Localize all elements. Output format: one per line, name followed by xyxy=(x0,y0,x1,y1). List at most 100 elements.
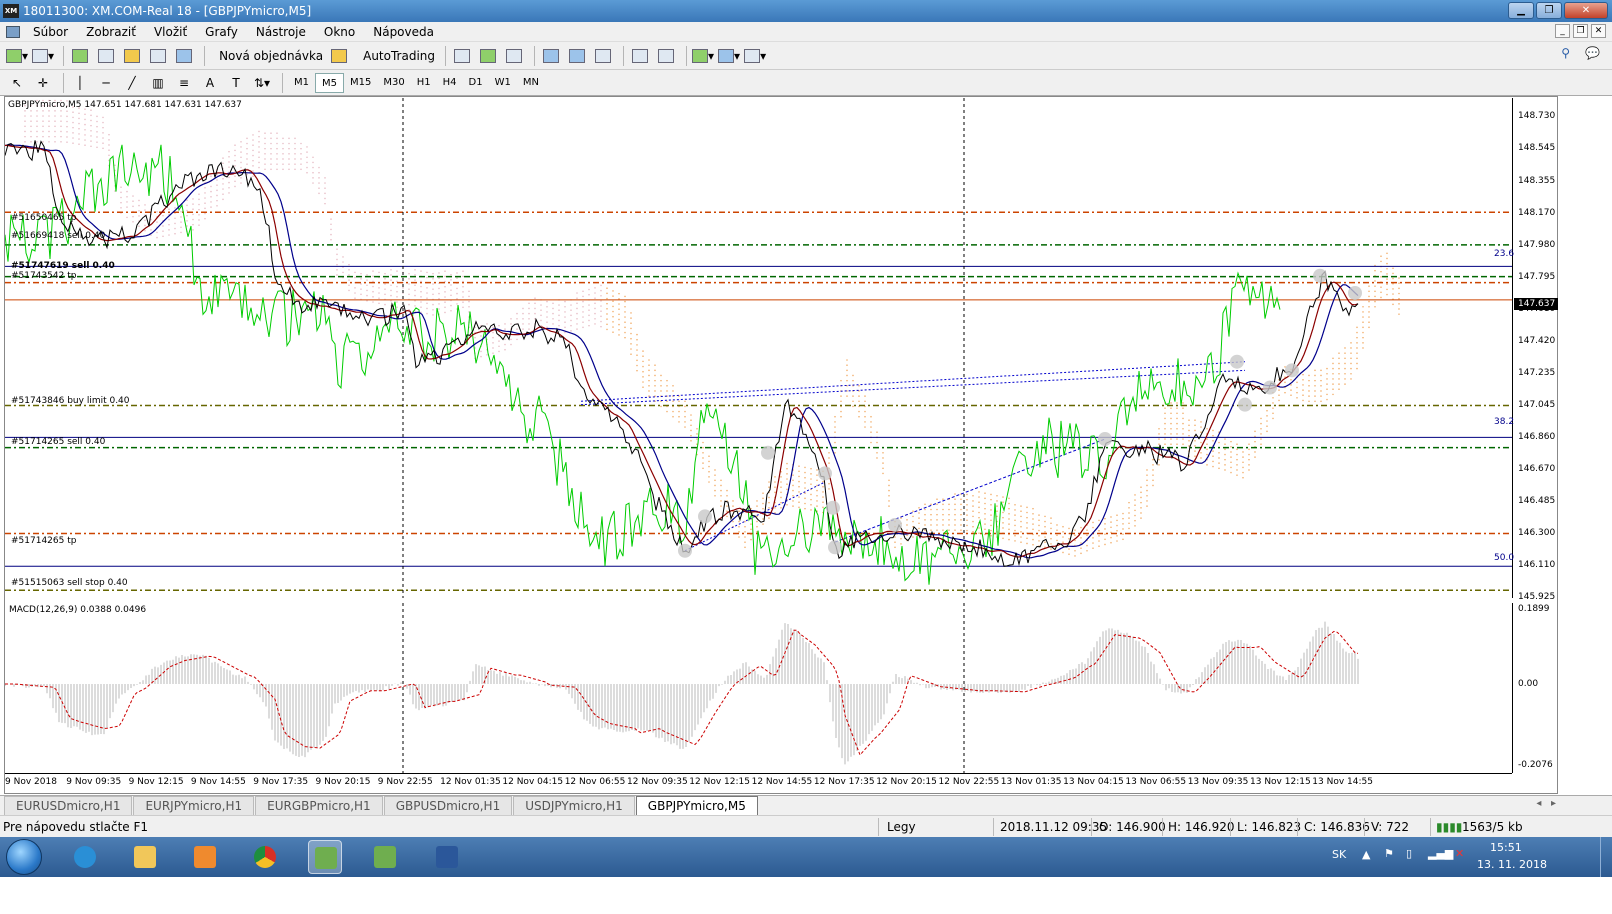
ichimoku-cloud-dot xyxy=(300,147,302,150)
show-desktop-button[interactable] xyxy=(1600,837,1612,877)
ichimoku-cloud-dot xyxy=(1146,505,1148,507)
zoom-out-button[interactable] xyxy=(566,45,588,67)
market-watch-button[interactable] xyxy=(69,45,91,67)
tf-m15[interactable]: M15 xyxy=(344,73,377,93)
navigator-button[interactable] xyxy=(121,45,143,67)
tab-eurgbp[interactable]: EURGBPmicro,H1 xyxy=(255,796,383,815)
ichimoku-cloud-dot xyxy=(72,116,74,119)
mdi-restore-button[interactable]: ❐ xyxy=(1573,24,1588,38)
tab-scroll-arrows[interactable]: ◂ ▸ xyxy=(1536,798,1556,809)
tf-h1[interactable]: H1 xyxy=(411,73,437,93)
minimize-button[interactable]: ▁ xyxy=(1508,2,1534,19)
ichimoku-cloud-dot xyxy=(1182,422,1184,425)
equidistant-channel-button[interactable]: ▥ xyxy=(147,72,169,94)
tab-gbpusd[interactable]: GBPUSDmicro,H1 xyxy=(383,796,513,815)
data-window-button[interactable] xyxy=(95,45,117,67)
tf-mn[interactable]: MN xyxy=(517,73,545,93)
fibonacci-button[interactable]: ≡ xyxy=(173,72,195,94)
tf-m30[interactable]: M30 xyxy=(377,73,410,93)
indicators-button[interactable]: ▾ xyxy=(692,45,714,67)
tab-gbpjpy[interactable]: GBPJPYmicro,M5 xyxy=(635,796,758,815)
bar-chart-button[interactable] xyxy=(451,45,473,67)
media-player-icon[interactable] xyxy=(188,840,222,874)
ichimoku-cloud-dot xyxy=(924,524,926,526)
close-button[interactable]: ✕ xyxy=(1564,2,1608,19)
terminal-button[interactable] xyxy=(147,45,169,67)
menu-view[interactable]: Zobraziť xyxy=(77,25,145,39)
menu-window[interactable]: Okno xyxy=(315,25,364,39)
search-icon[interactable]: ⚲ xyxy=(1561,46,1570,60)
ichimoku-cloud-dot xyxy=(1224,448,1226,451)
menu-tools[interactable]: Nástroje xyxy=(247,25,315,39)
metatrader-taskbar-icon[interactable] xyxy=(308,840,342,874)
trendline-button[interactable]: ╱ xyxy=(121,72,143,94)
metaeditor-button[interactable] xyxy=(328,45,350,67)
chart-shift-button[interactable] xyxy=(655,45,677,67)
battery-icon[interactable]: ▯ xyxy=(1406,847,1412,860)
strategy-tester-button[interactable] xyxy=(173,45,195,67)
chrome-icon[interactable] xyxy=(248,840,282,874)
price-chart-area[interactable] xyxy=(5,98,1512,598)
arrows-button[interactable]: ⇅▾ xyxy=(251,72,273,94)
restore-button[interactable]: ❐ xyxy=(1536,2,1562,19)
periods-button[interactable]: ▾ xyxy=(718,45,740,67)
ichimoku-cloud-dot xyxy=(246,137,248,140)
file-explorer-icon[interactable] xyxy=(128,840,162,874)
tf-w1[interactable]: W1 xyxy=(489,73,517,93)
clock-date[interactable]: 13. 11. 2018 xyxy=(1477,858,1547,871)
menu-help[interactable]: Nápoveda xyxy=(364,25,443,39)
ichimoku-cloud-dot xyxy=(630,317,632,319)
ichimoku-cloud-dot xyxy=(1272,412,1274,415)
ichimoku-cloud-dot xyxy=(558,304,560,306)
cursor-button[interactable]: ↖ xyxy=(6,72,28,94)
new-chart-button[interactable]: ▾ xyxy=(6,45,28,67)
text-label-button[interactable]: T xyxy=(225,72,247,94)
candlestick-button[interactable] xyxy=(477,45,499,67)
vertical-line-button[interactable]: │ xyxy=(69,72,91,94)
language-indicator[interactable]: SK xyxy=(1332,848,1346,861)
ichimoku-cloud-dot xyxy=(492,352,494,354)
tab-usdjpy[interactable]: USDJPYmicro,H1 xyxy=(513,796,635,815)
autotrading-button[interactable]: AutoTrading xyxy=(354,45,440,67)
tab-eurusd[interactable]: EURUSDmicro,H1 xyxy=(4,796,133,815)
new-order-button[interactable]: Nová objednávka xyxy=(210,45,328,67)
menu-charts[interactable]: Grafy xyxy=(196,25,247,39)
menu-file[interactable]: Súbor xyxy=(24,25,77,39)
mdi-close-button[interactable]: ✕ xyxy=(1591,24,1606,38)
volume-muted-icon[interactable]: ✕ xyxy=(1455,847,1464,860)
ichimoku-cloud-dot xyxy=(1050,522,1052,525)
tf-m5[interactable]: M5 xyxy=(315,72,344,93)
tf-h4[interactable]: H4 xyxy=(437,73,463,93)
start-button[interactable] xyxy=(6,839,42,875)
templates-button[interactable]: ▾ xyxy=(744,45,766,67)
text-button[interactable]: A xyxy=(199,72,221,94)
ichimoku-cloud-dot xyxy=(852,379,854,382)
tf-d1[interactable]: D1 xyxy=(463,73,489,93)
tray-arrow-icon[interactable]: ▲ xyxy=(1362,848,1370,861)
ichimoku-cloud-dot xyxy=(600,320,602,323)
chart-window-icon[interactable] xyxy=(6,25,20,38)
tile-windows-button[interactable] xyxy=(592,45,614,67)
network-icon[interactable]: ▂▄▆ xyxy=(1428,847,1453,860)
word-icon[interactable] xyxy=(430,840,464,874)
line-chart-button[interactable] xyxy=(503,45,525,67)
crosshair-button[interactable]: ✛ xyxy=(32,72,54,94)
profiles-button[interactable]: ▾ xyxy=(32,45,54,67)
zoom-in-button[interactable] xyxy=(540,45,562,67)
ichimoku-cloud-dot xyxy=(240,156,242,159)
chat-icon[interactable]: 💬 xyxy=(1585,46,1600,60)
macd-subwindow[interactable] xyxy=(5,603,1512,773)
mdi-minimize-button[interactable]: _ xyxy=(1555,24,1570,38)
time-tick: 9 Nov 09:35 xyxy=(66,777,122,787)
metatrader2-taskbar-icon[interactable] xyxy=(368,840,402,874)
autoscroll-button[interactable] xyxy=(629,45,651,67)
action-center-icon[interactable]: ⚑ xyxy=(1384,847,1394,860)
horizontal-line-button[interactable]: ─ xyxy=(95,72,117,94)
internet-explorer-icon[interactable] xyxy=(68,840,102,874)
clock-time[interactable]: 15:51 xyxy=(1490,841,1522,854)
ichimoku-cloud-dot xyxy=(1032,518,1034,520)
ichimoku-cloud-dot xyxy=(954,529,956,531)
tf-m1[interactable]: M1 xyxy=(288,73,315,93)
menu-insert[interactable]: Vložiť xyxy=(145,25,196,39)
tab-eurjpy[interactable]: EURJPYmicro,H1 xyxy=(133,796,255,815)
